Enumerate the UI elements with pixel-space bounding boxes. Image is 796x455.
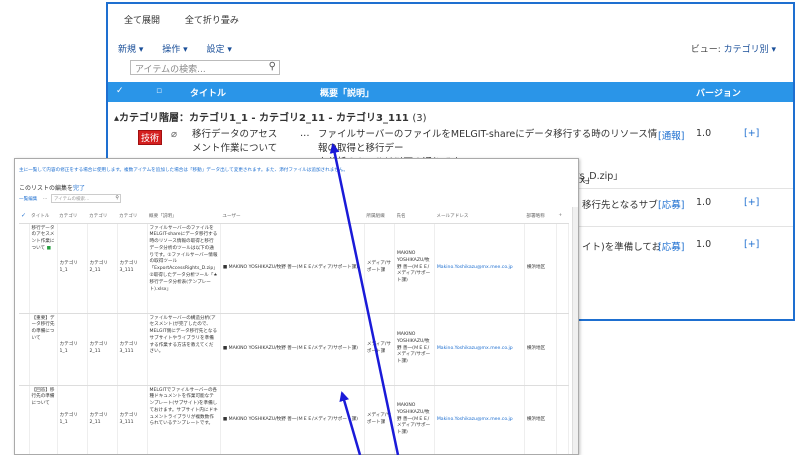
cell-user[interactable]: ■ MAKINO YOSHIKAZU/牧野 善一(ＭＥＥ/メディア/サポート課) <box>220 313 365 386</box>
cell-org[interactable]: メディア/サポート課 <box>364 313 395 386</box>
cell-name[interactable]: MAKINO YOSHIKAZU/牧野 善一(ＭＥＥ/メディア/サポート課) <box>394 313 435 386</box>
grid-col-title[interactable]: タイトル <box>29 209 57 224</box>
cell-user[interactable]: ■ MAKINO YOSHIKAZU/牧野 善一(ＭＥＥ/メディア/サポート課) <box>220 385 365 454</box>
ribbon-toolbar: 新規 ▾ 操作 ▾ 設定 ▾ ビュー: カテゴリ別 ▾ <box>118 42 788 55</box>
grid-col-cat1[interactable]: カテゴリ <box>57 209 87 224</box>
view-label: ビュー: <box>690 45 721 55</box>
quick-edit-toolbar: 一覧編集 ··· <box>19 197 48 202</box>
grid-col-cat3[interactable]: カテゴリ <box>117 209 147 224</box>
cell-cat2[interactable]: カテゴリ2_11 <box>87 223 118 314</box>
item-title-text: 移行データのアセスメント作業について <box>192 129 278 154</box>
edit-prefix: このリストの編集を <box>19 185 74 192</box>
grid-col-dept[interactable]: 部署略称 <box>524 209 557 224</box>
expand-collapse-links: 全て展開 全て折り畳み <box>124 13 261 26</box>
cell-mail[interactable]: Makino.Yoshikazu@mx.mee.co.jp <box>434 385 525 454</box>
expand-plus-link[interactable]: [+] <box>744 128 759 139</box>
grid-header-row: ✓ タイトル カテゴリ カテゴリ カテゴリ 概要「説明」 ユーザー 所属組織 氏… <box>19 209 569 224</box>
cell-cat3[interactable]: カテゴリ3_111 <box>117 385 148 454</box>
search-icon[interactable]: ⚲ <box>269 61 276 72</box>
search-icon[interactable]: ⚲ <box>115 195 119 201</box>
expand-plus-link[interactable]: [+] <box>744 239 759 250</box>
cell-summary[interactable]: ファイルサーバーのファイルをMELGIT-shareにデータ移行する時のリソース… <box>147 223 221 314</box>
cell-cat3[interactable]: カテゴリ3_111 <box>117 223 148 314</box>
expand-plus-link[interactable]: [+] <box>744 197 759 208</box>
grid-col-org[interactable]: 所属組織 <box>364 209 395 224</box>
list-header: ✓ ▫ タイトル 概要「説明」 バージョン <box>108 82 793 102</box>
list-edit-tab[interactable]: 一覧編集 <box>19 197 37 202</box>
item-menu-ellipsis[interactable]: ··· <box>300 131 310 142</box>
version-value: 1.0 <box>696 239 712 250</box>
view-selector[interactable]: ビュー: カテゴリ別 ▾ <box>691 42 776 55</box>
add-column-button[interactable]: + <box>556 209 569 224</box>
cell-cat2[interactable]: カテゴリ2_11 <box>87 385 118 454</box>
quick-edit-search-input[interactable]: アイテムの検索... ⚲ <box>51 194 121 203</box>
cell-dept[interactable]: 横浜地区 <box>524 385 557 454</box>
cell-org[interactable]: メディア/サポート課 <box>364 223 395 314</box>
action-menu[interactable]: 操作 ▾ <box>162 45 187 55</box>
summary-fragment: イト)を準備してお <box>582 242 662 253</box>
settings-menu[interactable]: 設定 ▾ <box>207 45 232 55</box>
cell-name[interactable]: MAKINO YOSHIKAZU/牧野 善一(ＭＥＥ/メディア/サポート課) <box>394 223 435 314</box>
column-summary[interactable]: 概要「説明」 <box>320 86 374 99</box>
column-title[interactable]: タイトル <box>190 86 226 99</box>
grid-col-user[interactable]: ユーザー <box>220 209 365 224</box>
category-link[interactable]: [応募] <box>658 197 684 211</box>
new-menu[interactable]: 新規 ▾ <box>118 45 143 55</box>
version-value: 1.0 <box>696 128 712 139</box>
vertical-scrollbar[interactable] <box>572 207 578 454</box>
search-input[interactable]: アイテムの検索... ⚲ <box>130 60 280 75</box>
cell-mail[interactable]: Makino.Yoshikazu@mx.mee.co.jp <box>434 313 525 386</box>
cell-name[interactable]: MAKINO YOSHIKAZU/牧野 善一(ＭＥＥ/メディア/サポート課) <box>394 385 435 454</box>
column-version[interactable]: バージョン <box>696 86 741 99</box>
new-item-icon: ■ <box>46 245 51 251</box>
view-value[interactable]: カテゴリ別 ▾ <box>724 45 776 55</box>
cell-cat1[interactable]: カテゴリ1_1 <box>57 313 88 386</box>
cell-cat2[interactable]: カテゴリ2_11 <box>87 313 118 386</box>
cell-org[interactable]: メディア/サポート課 <box>364 385 395 454</box>
header-icon-col: ▫ <box>156 86 163 96</box>
cell-dept[interactable]: 横浜地区 <box>524 223 557 314</box>
table-row[interactable]: 【重要】データ移行先の準備について カテゴリ1_1 カテゴリ2_11 カテゴリ3… <box>19 313 569 386</box>
cell-title[interactable]: 【重要】データ移行先の準備について <box>29 313 58 386</box>
finish-edit-link[interactable]: 完了 <box>73 185 85 192</box>
cell-summary[interactable]: ファイルサーバーの構造分析(アセスメント)が完了したので、MELGIT側にデータ… <box>147 313 221 386</box>
group-heading[interactable]: ▴カテゴリ階層：カテゴリ1_1 - カテゴリ2_11 - カテゴリ3_111 (… <box>114 109 427 124</box>
cell-cat1[interactable]: カテゴリ1_1 <box>57 385 88 454</box>
cell-cat3[interactable]: カテゴリ3_111 <box>117 313 148 386</box>
cell-dept[interactable]: 横浜地区 <box>524 313 557 386</box>
quick-edit-window: 主に一覧して内容の修正をする場合に使用します。複数アイテムを追加した場合は「移動… <box>14 158 579 455</box>
collapse-all-link[interactable]: 全て折り畳み <box>185 16 239 26</box>
cell-cat1[interactable]: カテゴリ1_1 <box>57 223 88 314</box>
quick-edit-grid: ✓ タイトル カテゴリ カテゴリ カテゴリ 概要「説明」 ユーザー 所属組織 氏… <box>19 209 569 454</box>
search-placeholder: アイテムの検索... <box>135 65 206 75</box>
cell-mail[interactable]: Makino.Yoshikazu@mx.mee.co.jp <box>434 223 525 314</box>
table-row[interactable]: 移行データのアセスメント作業について ■ カテゴリ1_1 カテゴリ2_11 カテ… <box>19 223 569 314</box>
summary-line-1: ファイルサーバーのファイルをMELGIT-shareにデータ移行する時のリソース… <box>318 129 658 154</box>
category-link[interactable]: [通報] <box>658 128 684 142</box>
cell-title[interactable]: 移行データのアセスメント作業について ■ <box>29 223 58 314</box>
version-value: 1.0 <box>696 197 712 208</box>
cell-summary[interactable]: MELGITでファイルサーバーの各種ドキュメントを作業可能なテンプレート(サブサ… <box>147 385 221 454</box>
grid-col-select[interactable]: ✓ <box>19 209 29 224</box>
cell-title[interactable]: 【回答】移行先の準備について <box>29 385 58 454</box>
grid-col-cat2[interactable]: カテゴリ <box>87 209 117 224</box>
attachment-icon: ⌀ <box>171 129 178 140</box>
grid-col-name[interactable]: 氏名 <box>394 209 435 224</box>
group-count: (3) <box>412 113 427 124</box>
grid-col-summary[interactable]: 概要「説明」 <box>147 209 221 224</box>
cell-user[interactable]: ■ MAKINO YOSHIKAZU/牧野 善一(ＭＥＥ/メディア/サポート課) <box>220 223 365 314</box>
quick-edit-search-placeholder: アイテムの検索... <box>54 197 90 202</box>
group-label: ▴カテゴリ階層：カテゴリ1_1 - カテゴリ2_11 - カテゴリ3_111 <box>114 113 409 124</box>
select-all-checkmark-icon[interactable]: ✓ <box>116 86 124 96</box>
quick-edit-note: 主に一覧して内容の修正をする場合に使用します。複数アイテムを追加した場合は「移動… <box>19 168 348 173</box>
status-badge: 技術 <box>138 130 163 145</box>
summary-fragment: 移行先となるサブ <box>582 200 658 211</box>
expand-all-link[interactable]: 全て展開 <box>124 16 160 26</box>
category-link[interactable]: [応募] <box>658 239 684 253</box>
table-row[interactable]: 【回答】移行先の準備について カテゴリ1_1 カテゴリ2_11 カテゴリ3_11… <box>19 385 569 454</box>
edit-status: このリストの編集を完了 <box>19 183 85 192</box>
grid-col-mail[interactable]: メールアドレス <box>434 209 525 224</box>
